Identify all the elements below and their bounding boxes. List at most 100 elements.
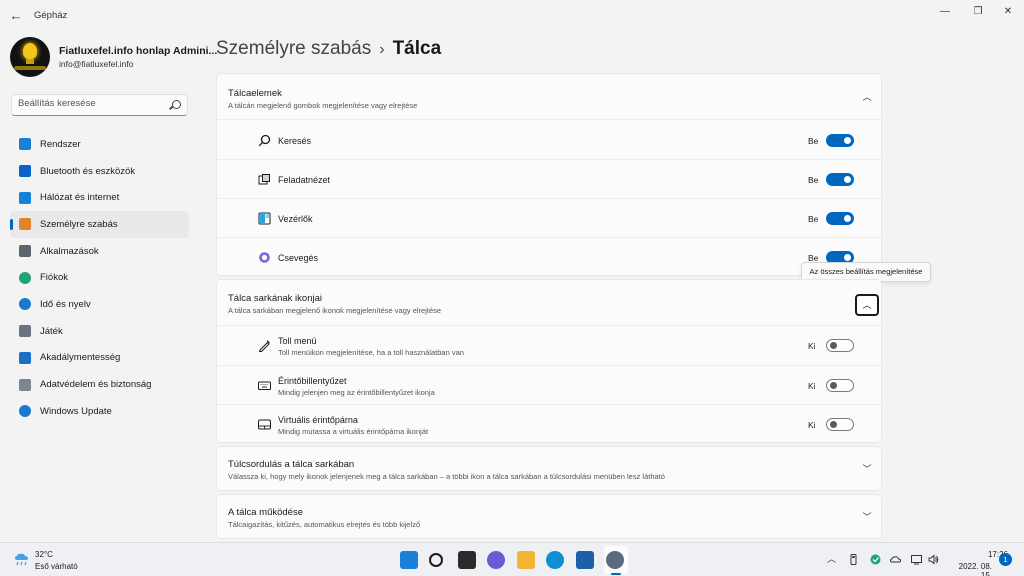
setting-label: Feladatnézet (278, 175, 331, 185)
setting-description: Mindig mutassa a virtuális érintőpárna i… (278, 427, 429, 436)
sidebar-item-6[interactable]: Idő és nyelv (10, 291, 189, 318)
sidebar-item-3[interactable]: Személyre szabás (10, 211, 189, 238)
keyboard-icon (258, 381, 271, 390)
section-title: Túlcsordulás a tálca sarkában (228, 459, 355, 470)
update-icon (19, 405, 31, 418)
section-title: A tálca működése (228, 507, 303, 518)
overflow-section[interactable]: Túlcsordulás a tálca sarkában Válassza k… (216, 446, 882, 491)
usb-drive-icon[interactable] (848, 554, 859, 565)
bluetooth-icon (19, 165, 31, 178)
sidebar-item-2[interactable]: Hálózat és internet (10, 184, 189, 211)
setting-row-search: Keresés Be (217, 119, 881, 159)
setting-row-chat: Csevegés Be (217, 237, 881, 276)
setting-row-virtual-touchpad: Virtuális érintőpárna Mindig mutassa a v… (217, 404, 881, 443)
volume-icon[interactable] (928, 554, 939, 565)
setting-label: Keresés (278, 136, 312, 146)
active-app-indicator (611, 573, 621, 575)
virtual-touchpad-toggle[interactable] (826, 418, 854, 431)
chevron-down-icon[interactable]: ﹀ (860, 510, 874, 524)
search-icon[interactable] (172, 100, 181, 109)
section-description: Tálcaigazítás, kitűzés, automatikus elre… (228, 520, 421, 529)
section-title: Tálcaelemek (228, 88, 282, 99)
sidebar-item-label: Fiókok (40, 272, 68, 284)
chevron-up-icon[interactable]: ︿ (860, 90, 874, 104)
section-description: A tálcán megjelenő gombok megjelenítése … (228, 101, 418, 110)
taskbar: 32°C Eső várható ︿ 17:26 2022. 08. 15. 1 (0, 542, 1024, 576)
sidebar-item-label: Idő és nyelv (40, 298, 91, 310)
section-description: A tálca sarkában megjelenő ikonok megjel… (228, 306, 442, 315)
weather-temperature[interactable]: 32°C (35, 550, 53, 559)
brush-icon (19, 218, 31, 231)
task-view-toggle[interactable] (826, 173, 854, 186)
sidebar-item-5[interactable]: Fiókok (10, 264, 189, 291)
sidebar-item-7[interactable]: Játék (10, 318, 189, 345)
taskbar-edge-icon[interactable] (546, 551, 564, 569)
touch-keyboard-toggle[interactable] (826, 379, 854, 392)
search-icon (258, 134, 271, 147)
taskbar-chat-icon[interactable] (487, 551, 505, 569)
taskbar-store-icon[interactable] (576, 551, 594, 569)
sidebar-item-0[interactable]: Rendszer (10, 131, 189, 158)
avatar[interactable] (10, 37, 50, 77)
user-name: Fiatluxefel.info honlap Admini... (59, 45, 218, 57)
widgets-toggle[interactable] (826, 212, 854, 225)
sidebar-item-8[interactable]: Akadálymentesség (10, 345, 189, 372)
chevron-down-icon[interactable]: ﹀ (860, 462, 874, 476)
chat-icon (259, 252, 270, 263)
taskbar-search-icon[interactable] (429, 553, 443, 567)
search-input[interactable] (18, 98, 168, 109)
restore-button[interactable]: ❐ (966, 4, 990, 20)
tray-chevron-up-icon[interactable]: ︿ (826, 554, 837, 565)
clock-date[interactable]: 2022. 08. 15. (946, 562, 992, 576)
sidebar-item-1[interactable]: Bluetooth és eszközök (10, 158, 189, 185)
sidebar-item-9[interactable]: Adatvédelem és biztonság (10, 371, 189, 398)
weather-description[interactable]: Eső várható (35, 562, 78, 571)
sidebar-item-label: Windows Update (40, 405, 112, 417)
setting-description: Mindig jelenjen meg az érintőbillentyűze… (278, 388, 435, 397)
shield-icon (19, 378, 31, 391)
taskbar-task-view-icon[interactable] (458, 551, 476, 569)
back-arrow-icon[interactable]: ← (8, 8, 24, 24)
setting-label: Csevegés (278, 253, 319, 263)
corner-icons-section: Tálca sarkának ikonjai A tálca sarkában … (216, 279, 882, 443)
sidebar-item-label: Hálózat és internet (40, 192, 120, 204)
minimize-button[interactable]: — (933, 4, 957, 20)
avatar-logo-text (14, 66, 46, 70)
toggle-state-text: Ki (808, 420, 816, 430)
sidebar-item-10[interactable]: Windows Update (10, 398, 189, 425)
pen-menu-toggle[interactable] (826, 339, 854, 352)
taskbar-settings-icon[interactable] (606, 551, 624, 569)
setting-label: Érintőbillentyűzet (278, 376, 347, 386)
breadcrumb: Személyre szabás › Tálca (216, 38, 441, 60)
sidebar-item-4[interactable]: Alkalmazások (10, 238, 189, 265)
app-title: Gépház (34, 10, 68, 21)
sidebar-item-label: Adatvédelem és biztonság (40, 379, 152, 391)
close-button[interactable]: ✕ (996, 4, 1020, 20)
lightbulb-icon (23, 43, 37, 59)
sidebar-item-label: Személyre szabás (40, 218, 118, 230)
notification-badge[interactable]: 1 (999, 553, 1012, 566)
network-monitor-icon[interactable] (911, 554, 922, 565)
toggle-state-text: Be (808, 136, 819, 146)
search-toggle[interactable] (826, 134, 854, 147)
sidebar-item-label: Játék (40, 325, 63, 337)
defender-shield-icon[interactable] (870, 554, 881, 565)
onedrive-cloud-icon[interactable] (890, 554, 901, 565)
accessibility-icon (19, 351, 31, 364)
setting-row-touch-keyboard: Érintőbillentyűzet Mindig jelenjen meg a… (217, 365, 881, 404)
title-bar: ← Gépház — ❐ ✕ (0, 0, 1024, 32)
settings-search[interactable] (11, 94, 188, 116)
lightbulb-base (26, 59, 34, 64)
start-button-icon[interactable] (400, 551, 418, 569)
sidebar-item-label: Rendszer (40, 138, 81, 150)
expand-collapse-button[interactable]: ︿ (855, 294, 879, 316)
toggle-state-text: Be (808, 214, 819, 224)
person-icon (19, 271, 31, 284)
sidebar-item-label: Alkalmazások (40, 245, 99, 257)
taskbar-behaviors-section[interactable]: A tálca működése Tálcaigazítás, kitűzés,… (216, 494, 882, 539)
taskbar-file-explorer-icon[interactable] (517, 551, 535, 569)
breadcrumb-parent[interactable]: Személyre szabás (216, 38, 371, 59)
toggle-state-text: Ki (808, 341, 816, 351)
section-title: Tálca sarkának ikonjai (228, 293, 322, 304)
rain-cloud-icon[interactable] (14, 552, 30, 566)
